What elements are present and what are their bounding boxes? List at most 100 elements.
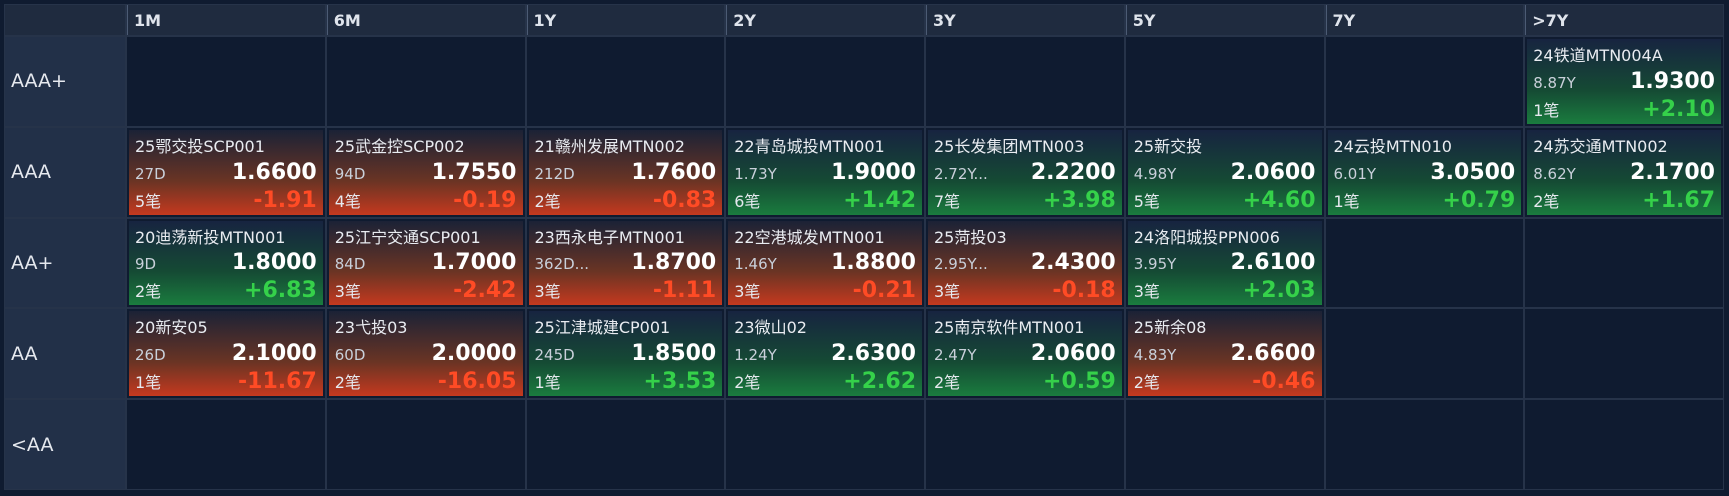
bond-card[interactable]: 25长发集团MTN003 2.72Y... 2.2200 7笔 +3.98 <box>928 129 1122 215</box>
bond-name: 25江宁交通SCP001 <box>334 227 481 247</box>
bond-change: -11.67 <box>238 369 317 395</box>
bond-name: 22青岛城投MTN001 <box>734 136 885 156</box>
bond-card[interactable]: 25南京软件MTN001 2.47Y 2.0600 2笔 +0.59 <box>928 311 1122 397</box>
grid-cell <box>926 400 1124 489</box>
bond-card[interactable]: 25江津城建CP001 245D 1.8500 1笔 +3.53 <box>528 311 723 397</box>
grid-cell: 25新余08 4.83Y 2.6600 2笔 -0.46 <box>1125 309 1324 399</box>
grid-cell: 24铁道MTN004A 8.87Y 1.9300 1笔 +2.10 <box>1525 37 1723 126</box>
column-header[interactable]: 3Y <box>926 5 1124 35</box>
row-label[interactable]: AA <box>5 309 125 399</box>
grid-cell: 22青岛城投MTN001 1.73Y 1.9000 6笔 +1.42 <box>726 127 924 217</box>
bond-change: +1.67 <box>1642 187 1715 213</box>
bond-count-change-line: 2笔 -16.05 <box>335 369 517 394</box>
bond-card[interactable]: 23微山02 1.24Y 2.6300 2笔 +2.62 <box>728 311 922 397</box>
grid-cell: 20新安05 26D 2.1000 1笔 -11.67 <box>127 309 325 399</box>
bond-count-change-line: 2笔 -0.83 <box>535 188 717 213</box>
trade-count: 7笔 <box>934 191 961 211</box>
row-label[interactable]: AA+ <box>5 218 125 308</box>
column-header[interactable]: 1M <box>127 5 325 35</box>
bond-name: 21赣州发展MTN002 <box>534 136 685 156</box>
bond-card[interactable]: 24云投MTN010 6.01Y 3.0500 1笔 +0.79 <box>1327 129 1522 215</box>
bond-term-price-line: 6.01Y 3.0500 <box>1334 160 1516 185</box>
grid-cell <box>1125 37 1324 126</box>
grid-cell: 24云投MTN010 6.01Y 3.0500 1笔 +0.79 <box>1325 127 1524 217</box>
bond-term: 1.73Y <box>734 164 777 183</box>
bond-term: 6.01Y <box>1333 164 1377 183</box>
column-header[interactable]: 6M <box>326 5 525 35</box>
trade-count: 3笔 <box>1133 282 1160 302</box>
bond-card[interactable]: 25新交投 4.98Y 2.0600 5笔 +4.60 <box>1127 129 1322 215</box>
grid-cell <box>1525 309 1723 399</box>
bond-price: 2.4300 <box>1030 250 1116 276</box>
grid-cell <box>926 37 1124 126</box>
bond-change: -0.83 <box>652 187 717 213</box>
bond-name: 20迪荡新投MTN001 <box>135 227 286 247</box>
bond-term: 2.72Y... <box>934 164 988 183</box>
bond-term-price-line: 212D 1.7600 <box>535 160 717 185</box>
bond-price: 1.6600 <box>231 159 317 185</box>
bond-change: -2.42 <box>453 278 517 304</box>
bond-term-price-line: 1.24Y 2.6300 <box>734 341 916 366</box>
bond-name: 25新余08 <box>1133 318 1207 338</box>
bond-term-price-line: 362D... 1.8700 <box>535 250 717 275</box>
column-header[interactable]: 1Y <box>526 5 725 35</box>
bond-card[interactable]: 24铁道MTN004A 8.87Y 1.9300 1笔 +2.10 <box>1527 39 1721 124</box>
bond-name: 23微山02 <box>734 318 807 338</box>
bond-count-change-line: 2笔 +0.59 <box>934 369 1116 394</box>
bond-name: 24洛阳城投PPN006 <box>1133 227 1280 247</box>
bond-term: 245D <box>534 346 575 365</box>
bond-count-change-line: 2笔 +2.62 <box>734 369 916 394</box>
grid-cell: 23弋投03 60D 2.0000 2笔 -16.05 <box>326 309 525 399</box>
bond-count-change-line: 5笔 +4.60 <box>1134 188 1316 213</box>
column-header[interactable]: 2Y <box>726 5 924 35</box>
column-header[interactable]: 5Y <box>1125 5 1324 35</box>
bond-card[interactable]: 22空港城发MTN001 1.46Y 1.8800 3笔 -0.21 <box>728 220 922 306</box>
bond-count-change-line: 4笔 -0.19 <box>335 188 517 213</box>
row-label[interactable]: AAA+ <box>5 37 125 126</box>
bond-term-price-line: 27D 1.6600 <box>135 160 317 185</box>
bond-card[interactable]: 23西永电子MTN001 362D... 1.8700 3笔 -1.11 <box>528 220 723 306</box>
bond-count-change-line: 6笔 +1.42 <box>734 188 916 213</box>
bond-card[interactable]: 22青岛城投MTN001 1.73Y 1.9000 6笔 +1.42 <box>728 129 922 215</box>
bond-price: 2.1000 <box>231 341 317 367</box>
bond-card[interactable]: 20迪荡新投MTN001 9D 1.8000 2笔 +6.83 <box>129 220 323 306</box>
grid-cell: 25江津城建CP001 245D 1.8500 1笔 +3.53 <box>526 309 725 399</box>
bond-price: 1.9300 <box>1630 68 1715 94</box>
bond-card[interactable]: 25菏投03 2.95Y... 2.4300 3笔 -0.18 <box>928 220 1122 306</box>
bond-count-change-line: 7笔 +3.98 <box>934 188 1116 213</box>
bond-term-price-line: 4.83Y 2.6600 <box>1134 341 1316 366</box>
bond-card[interactable]: 25鄂交投SCP001 27D 1.6600 5笔 -1.91 <box>129 129 323 215</box>
bond-price: 1.7550 <box>431 159 517 185</box>
row-label[interactable]: <AA <box>5 400 125 489</box>
bond-change: -0.46 <box>1252 369 1316 395</box>
bond-price: 1.8700 <box>631 250 717 276</box>
bond-card[interactable]: 25武金控SCP002 94D 1.7550 4笔 -0.19 <box>328 129 523 215</box>
bond-name: 25鄂交投SCP001 <box>135 136 265 156</box>
bond-count-change-line: 2笔 +6.83 <box>135 278 317 303</box>
bond-card[interactable]: 25江宁交通SCP001 84D 1.7000 3笔 -2.42 <box>328 220 523 306</box>
bond-card[interactable]: 25新余08 4.83Y 2.6600 2笔 -0.46 <box>1127 311 1322 397</box>
bond-card[interactable]: 24洛阳城投PPN006 3.95Y 2.6100 3笔 +2.03 <box>1127 220 1322 306</box>
bond-name: 23西永电子MTN001 <box>534 227 685 247</box>
bond-price: 3.0500 <box>1430 159 1516 185</box>
trade-count: 3笔 <box>734 282 761 302</box>
bond-price: 2.6100 <box>1230 250 1316 276</box>
bond-count-change-line: 1笔 +0.79 <box>1334 188 1516 213</box>
bond-name: 24苏交通MTN002 <box>1533 136 1668 156</box>
bond-price: 1.9000 <box>831 159 916 185</box>
bond-term-price-line: 2.95Y... 2.4300 <box>934 250 1116 275</box>
bond-card[interactable]: 21赣州发展MTN002 212D 1.7600 2笔 -0.83 <box>528 129 723 215</box>
column-header[interactable]: 7Y <box>1325 5 1524 35</box>
grid-cell: 25江宁交通SCP001 84D 1.7000 3笔 -2.42 <box>326 218 525 308</box>
bond-change: +1.42 <box>843 187 916 213</box>
bond-term: 3.95Y <box>1133 255 1177 274</box>
grid-cell: 25长发集团MTN003 2.72Y... 2.2200 7笔 +3.98 <box>926 127 1124 217</box>
grid-cell <box>1525 400 1723 489</box>
bond-card[interactable]: 24苏交通MTN002 8.62Y 2.1700 2笔 +1.67 <box>1527 129 1721 215</box>
bond-card[interactable]: 23弋投03 60D 2.0000 2笔 -16.05 <box>328 311 523 397</box>
bond-card[interactable]: 20新安05 26D 2.1000 1笔 -11.67 <box>129 311 323 397</box>
trade-count: 3笔 <box>934 282 961 302</box>
bond-term-price-line: 8.62Y 2.1700 <box>1533 160 1715 185</box>
row-label[interactable]: AAA <box>5 127 125 217</box>
column-header[interactable]: >7Y <box>1525 5 1723 35</box>
